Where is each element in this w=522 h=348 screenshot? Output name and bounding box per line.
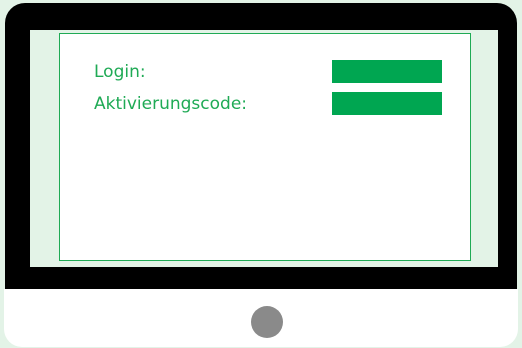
- login-row: Login:: [94, 60, 442, 84]
- login-label: Login:: [94, 62, 146, 82]
- illustration-canvas: Login: Aktivierungscode:: [0, 0, 522, 348]
- activation-code-row: Aktivierungscode:: [94, 92, 442, 116]
- activation-code-input[interactable]: [332, 92, 442, 115]
- monitor-bezel-bottom: [5, 267, 517, 291]
- login-window: Login: Aktivierungscode:: [59, 33, 471, 261]
- login-input[interactable]: [332, 60, 442, 83]
- activation-code-label: Aktivierungscode:: [94, 94, 248, 114]
- home-button-icon: [251, 306, 283, 338]
